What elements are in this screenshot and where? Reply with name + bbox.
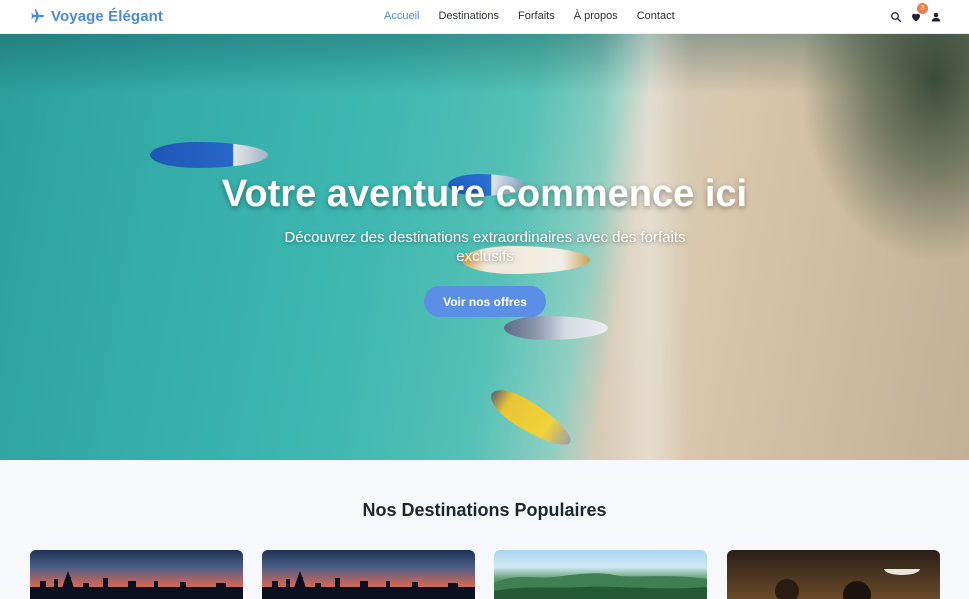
popular-destinations-section: Nos Destinations Populaires [0, 460, 969, 599]
nav-contact[interactable]: Contact [637, 10, 675, 22]
plane-icon [31, 9, 44, 23]
brand-logo[interactable]: Voyage Élégant [29, 7, 163, 25]
city-skyline-image [262, 571, 475, 599]
destination-card-image[interactable] [30, 550, 243, 599]
brand-name: Voyage Élégant [51, 7, 163, 25]
search-icon [891, 12, 902, 23]
user-icon [931, 12, 941, 22]
main-nav: Accueil Destinations Forfaits À propos C… [384, 10, 675, 22]
view-offers-button[interactable]: Voir nos offres [424, 286, 546, 317]
hero-content: Votre aventure commence ici Découvrez de… [0, 34, 969, 460]
tropical-palms-image [494, 573, 707, 599]
hero-subtitle: Découvrez des destinations extraordinair… [284, 229, 686, 265]
destination-card-image[interactable] [727, 550, 940, 599]
favorites-button[interactable]: 3 [907, 3, 928, 26]
nav-a-propos[interactable]: À propos [574, 10, 618, 22]
city-skyline-image [30, 571, 243, 599]
site-header: Voyage Élégant Accueil Destinations Forf… [0, 0, 969, 34]
destination-card-image[interactable] [262, 550, 475, 599]
header-actions: 3 [886, 3, 945, 26]
section-title: Nos Destinations Populaires [362, 500, 607, 520]
people-scene-image [775, 569, 920, 599]
account-button[interactable] [927, 8, 945, 26]
hero-section: Votre aventure commence ici Découvrez de… [0, 34, 969, 460]
search-button[interactable] [887, 8, 905, 26]
nav-forfaits[interactable]: Forfaits [518, 10, 555, 22]
hero-title: Votre aventure commence ici [221, 173, 748, 215]
nav-accueil[interactable]: Accueil [384, 10, 419, 22]
nav-destinations[interactable]: Destinations [438, 10, 499, 22]
destination-card-image[interactable] [494, 550, 707, 599]
